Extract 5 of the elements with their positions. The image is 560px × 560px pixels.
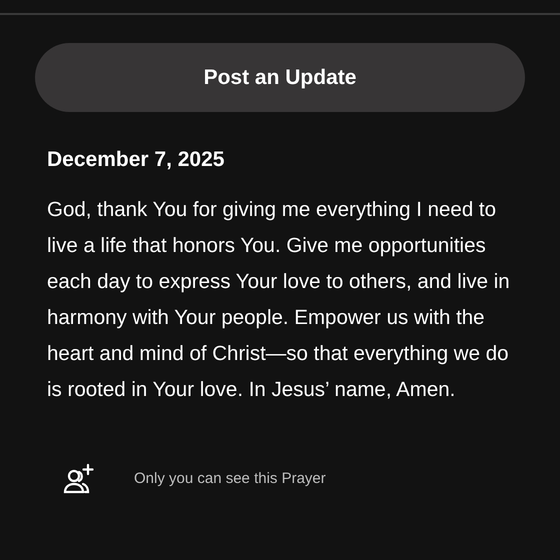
prayer-text: God, thank You for giving me everything I need to live a life that honors You. Give me opportunities each day to express Your love to others, and live in harmony with Your people. Empower us with the heart and mind of Christ—so that everything we do is rooted in Your love. In Jesus’ name, Amen. bbox=[47, 197, 511, 403]
visibility-note: Only you can see this Prayer bbox=[134, 468, 326, 489]
add-people-icon bbox=[62, 463, 94, 495]
post-update-button[interactable]: Post an Update bbox=[35, 43, 525, 112]
entry-date: December 7, 2025 bbox=[47, 147, 226, 173]
